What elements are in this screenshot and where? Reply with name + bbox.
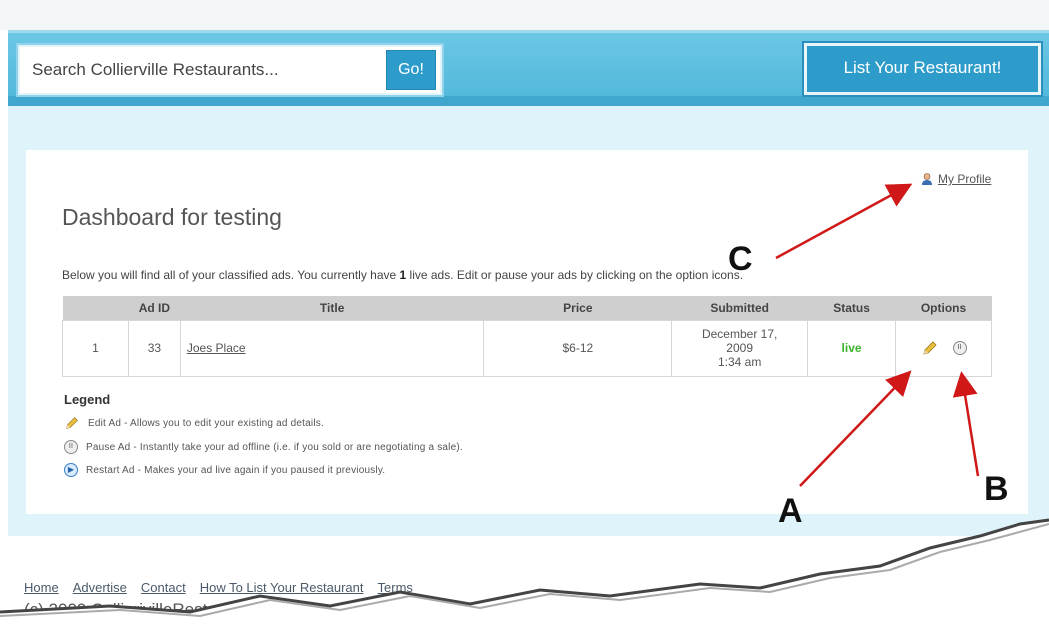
annotation-c: C bbox=[728, 240, 753, 278]
annotation-b: B bbox=[984, 470, 1009, 508]
arrow-a bbox=[799, 370, 912, 487]
annotation-arrows bbox=[775, 183, 980, 487]
annotation-a: A bbox=[778, 492, 803, 530]
arrow-b bbox=[952, 371, 980, 477]
arrow-c bbox=[775, 183, 913, 260]
page: Go! List Your Restaurant! My Profile Das… bbox=[0, 0, 1049, 626]
